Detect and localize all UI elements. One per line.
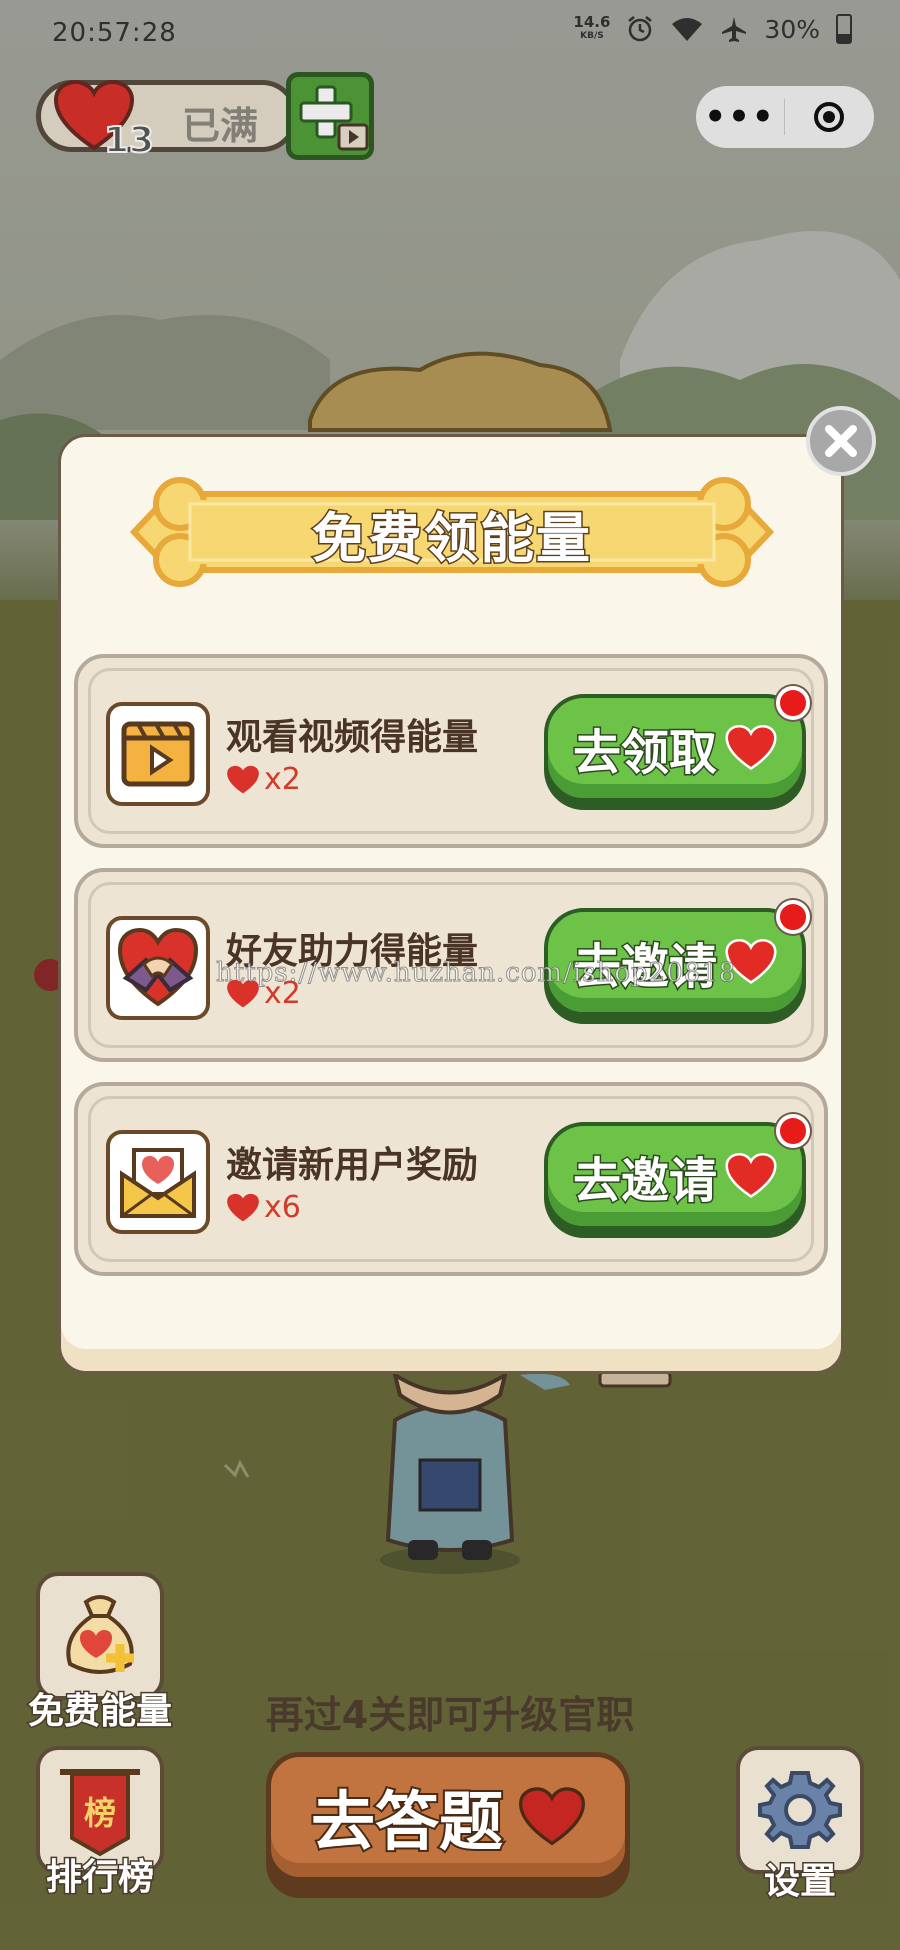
- invite-new-user-button[interactable]: 去邀请: [544, 1114, 810, 1230]
- task-reward-amount: x2: [264, 762, 301, 797]
- task-reward-amount: x6: [264, 1190, 301, 1225]
- banner-flag-icon: 榜: [60, 1769, 140, 1857]
- task-reward: x2: [226, 762, 301, 797]
- heart-icon: [725, 1153, 777, 1198]
- heart-icon: [725, 725, 777, 770]
- modal-title: 免费领能量: [311, 506, 592, 572]
- task-card-watch-video: 观看视频得能量 x2 去领取: [74, 654, 828, 848]
- task-title: 观看视频得能量: [226, 717, 479, 758]
- envelope-heart-icon: [106, 1130, 210, 1234]
- invite-button-label: 去邀请: [571, 1152, 718, 1211]
- close-icon: [825, 425, 857, 457]
- claim-button-label: 去领取: [571, 724, 718, 783]
- start-quiz-label: 去答题: [309, 1784, 505, 1862]
- task-card-invite-new-user: 邀请新用户奖励 x6 去邀请: [74, 1082, 828, 1276]
- notification-dot: [776, 686, 810, 720]
- start-quiz-button[interactable]: 去答题: [266, 1752, 630, 1882]
- level-hint: 再过4关即可升级官职: [265, 1693, 635, 1737]
- close-modal-button[interactable]: [806, 406, 876, 476]
- task-reward: x6: [226, 1190, 301, 1225]
- video-icon: [106, 702, 210, 806]
- claim-video-button[interactable]: 去领取: [544, 686, 810, 802]
- money-bag-heart-icon: [66, 1595, 134, 1674]
- heart-icon: [519, 1787, 585, 1846]
- game-screen: 20:57:28 14.6 KB/S 30% 13 已满 ••• 免费领能量 观…: [0, 0, 900, 1950]
- task-title: 邀请新用户奖励: [226, 1145, 479, 1186]
- settings-label: 设置: [762, 1860, 837, 1904]
- gear-icon: [758, 1771, 842, 1849]
- notification-dot: [776, 900, 810, 934]
- heart-icon: [227, 765, 259, 793]
- free-energy-button[interactable]: [36, 1572, 164, 1700]
- banner-flag-char: 榜: [84, 1794, 116, 1832]
- watermark: https://www.huzhan.com/ishop20818: [215, 958, 737, 989]
- notification-dot: [776, 1114, 810, 1148]
- leaderboard-label: 排行榜: [44, 1856, 155, 1900]
- heart-icon: [227, 1193, 259, 1221]
- handshake-heart-icon: [106, 916, 210, 1020]
